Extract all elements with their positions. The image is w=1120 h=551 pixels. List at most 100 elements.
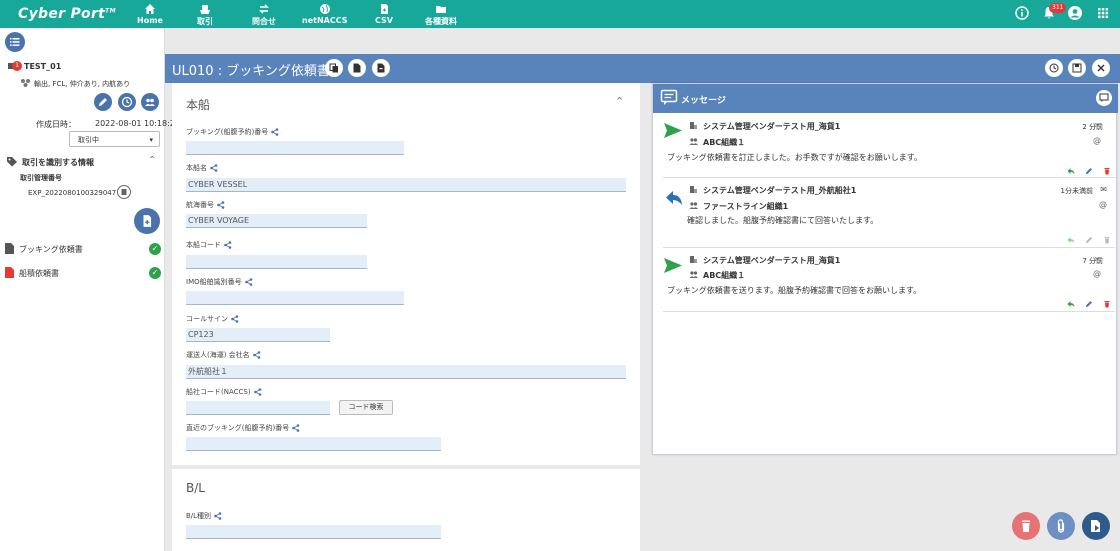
share-icon [244, 278, 252, 286]
copy-button[interactable] [325, 59, 343, 77]
message-item[interactable]: システム管理ベンダーテスト用_外航船社1 1分未満前 ✉ ファーストライン組織1… [663, 180, 1115, 248]
history-header-button[interactable] [1045, 59, 1063, 77]
menu-list-button[interactable] [5, 32, 25, 52]
home-icon [143, 3, 157, 15]
submit-fab[interactable] [1082, 512, 1110, 540]
close-button[interactable] [1092, 59, 1110, 77]
envelope-icon: ✉ [1100, 185, 1107, 194]
add-document-button[interactable] [134, 208, 160, 234]
section-title-bl: B/L [186, 481, 205, 495]
collapse-chevron-icon[interactable]: ⌃ [148, 155, 156, 166]
collapse-chevron-icon[interactable]: ⌃ [615, 95, 624, 108]
send-arrow-icon [664, 123, 682, 138]
chat-add-icon [1099, 93, 1109, 102]
message-panel-header: メッセージ [653, 84, 1118, 113]
export-button[interactable] [348, 59, 366, 77]
vessel-name-field[interactable]: CYBER VESSEL [186, 178, 626, 192]
info-icon[interactable] [1014, 5, 1030, 23]
trash-icon [1104, 237, 1110, 244]
globe-icon [318, 3, 332, 15]
reply-icon [1067, 237, 1075, 243]
top-bar: Cyber PortTM Home 取引 問合せ netNACCS CSV 各種… [0, 0, 1120, 28]
recent-booking-field[interactable] [186, 437, 441, 451]
people-icon [689, 138, 698, 145]
building-icon [690, 256, 697, 263]
copy-id-button[interactable] [117, 185, 131, 199]
delete-fab[interactable] [1012, 512, 1040, 540]
booking-no-field[interactable] [186, 141, 404, 155]
people-icon [689, 271, 698, 278]
trash-icon [1104, 168, 1110, 175]
bl-type-field[interactable] [186, 525, 441, 539]
voyage-no-field[interactable]: CYBER VOYAGE [186, 214, 367, 228]
label-vessel-code: 本船コード [186, 240, 232, 250]
nav-documents[interactable]: 各種資料 [425, 3, 457, 27]
nav-csv[interactable]: CSV [375, 3, 393, 25]
case-name: TEST_01 [24, 62, 62, 71]
pencil-icon [99, 98, 107, 106]
sidebar-doc-shipping[interactable]: 船積依頼書 ✓ [0, 264, 164, 282]
label-carrier-name: 運送人(海運) 会社名 [186, 350, 261, 360]
document-header: UL010 : ブッキング依頼書 [165, 54, 1120, 83]
reply-icon [1067, 301, 1075, 307]
nav-deals[interactable]: 取引 [197, 3, 213, 27]
id-label: 取引管理番号 [20, 174, 62, 182]
group-icon [145, 98, 155, 106]
imo-field[interactable] [186, 291, 404, 305]
paperclip-icon [1057, 519, 1065, 533]
history-button[interactable] [118, 93, 136, 111]
case-tags: 輸出, FCL, 仲介あり, 内航あり [34, 80, 131, 88]
cyberport-logo[interactable]: Cyber PortTM [18, 6, 116, 22]
callsign-field[interactable]: CP123 [186, 328, 330, 342]
created-label: 作成日時： [36, 120, 76, 129]
people-icon [689, 202, 698, 209]
share-icon [292, 424, 300, 432]
pencil-icon [1086, 237, 1092, 243]
apps-grid-icon[interactable] [1095, 5, 1111, 23]
tag-icon [6, 156, 18, 169]
members-button[interactable] [141, 93, 159, 111]
code-search-button[interactable]: コード検索 [339, 400, 393, 415]
copy-icon [329, 63, 338, 73]
page-title: UL010 : ブッキング依頼書 [172, 64, 330, 79]
new-message-button[interactable] [1096, 90, 1112, 106]
pencil-icon [1086, 301, 1092, 307]
message-item[interactable]: システム管理ベンダーテスト用_海貨1 7 分前 ABC組織１ ✉ @ ブッキング… [663, 250, 1115, 312]
share-icon [224, 241, 232, 249]
carrier-name-field[interactable]: 外航船社１ [186, 365, 626, 379]
edit-case-button[interactable] [94, 93, 112, 111]
at-mention-icon: @ [1099, 200, 1107, 209]
section-title-vessel: 本船 [186, 98, 211, 112]
envelope-open-icon: ✉ [1094, 121, 1101, 130]
label-callsign: コールサイン [186, 314, 239, 324]
carrier-code-field[interactable] [186, 401, 330, 415]
close-icon [1097, 64, 1105, 72]
file-icon [377, 3, 391, 15]
label-recent-booking: 直近のブッキング(船腹予約)番号 [186, 423, 300, 433]
nav-inquiry[interactable]: 問合せ [252, 3, 276, 27]
clipboard-icon [121, 189, 127, 195]
file-send-icon [1091, 520, 1100, 532]
sidebar-doc-booking[interactable]: ブッキング依頼書 ✓ [0, 240, 164, 258]
save-header-button[interactable] [1068, 59, 1086, 77]
history-icon [1049, 63, 1059, 73]
at-mention-icon: @ [1093, 269, 1101, 278]
nav-home[interactable]: Home [137, 3, 163, 25]
import-button[interactable] [372, 59, 390, 77]
vessel-code-field[interactable] [186, 255, 367, 269]
share-icon [210, 164, 218, 172]
label-vessel-name: 本船名 [186, 163, 218, 173]
trash-icon [1022, 520, 1030, 532]
history-icon [121, 96, 133, 108]
nav-netnaccs[interactable]: netNACCS [302, 3, 347, 25]
status-select[interactable]: 取引中 ▾ [69, 131, 160, 147]
label-booking-no: ブッキング(船腹予約)番号 [186, 127, 279, 137]
envelope-open-icon: ✉ [1094, 255, 1101, 264]
reply-icon [1067, 168, 1075, 174]
label-voyage-no: 航海番号 [186, 200, 225, 210]
account-icon[interactable] [1067, 5, 1083, 23]
message-item[interactable]: システム管理ベンダーテスト用_海貨1 2 分前 ABC組織１ ✉ @ ブッキング… [663, 117, 1115, 178]
attach-fab[interactable] [1047, 512, 1075, 540]
send-arrow-icon [664, 258, 682, 273]
chat-icon [660, 89, 678, 105]
